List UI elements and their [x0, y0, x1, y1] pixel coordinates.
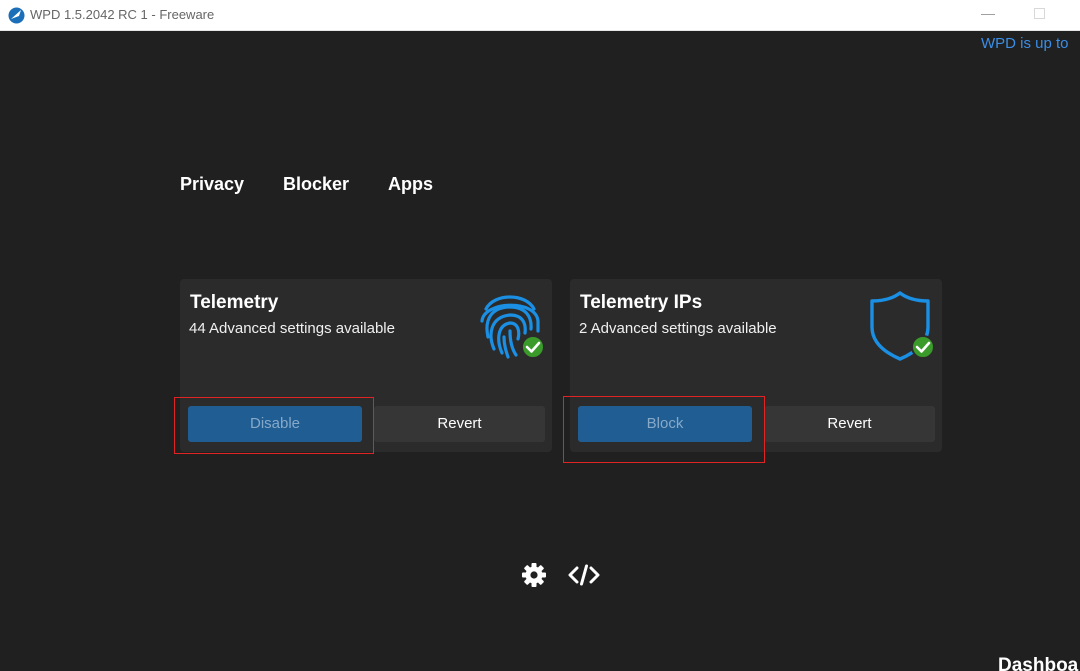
shield-check-icon: [870, 291, 935, 361]
maximize-button[interactable]: [1034, 8, 1045, 19]
minimize-button[interactable]: —: [978, 3, 998, 23]
fingerprint-check-icon: [480, 295, 545, 359]
revert-button[interactable]: Revert: [374, 406, 545, 442]
highlight-box: [563, 396, 765, 463]
card-subtitle[interactable]: 44 Advanced settings available: [189, 320, 395, 337]
window-title: WPD 1.5.2042 RC 1 - Freeware: [30, 7, 215, 22]
card-title: Telemetry: [190, 292, 279, 313]
tab-blocker[interactable]: Blocker: [283, 174, 349, 195]
title-bar: WPD 1.5.2042 RC 1 - Freeware —: [0, 0, 1080, 31]
update-status-link[interactable]: WPD is up to: [981, 35, 1069, 52]
gear-icon[interactable]: [521, 562, 547, 588]
revert-button[interactable]: Revert: [764, 406, 935, 442]
wpd-logo-icon: [8, 7, 25, 24]
tab-apps[interactable]: Apps: [388, 174, 433, 195]
dashboard-link[interactable]: Dashboa: [998, 655, 1078, 671]
card-title: Telemetry IPs: [580, 292, 703, 313]
card-subtitle[interactable]: 2 Advanced settings available: [579, 320, 777, 337]
code-icon[interactable]: [568, 563, 600, 587]
tab-privacy[interactable]: Privacy: [180, 174, 244, 195]
highlight-box: [174, 397, 374, 454]
